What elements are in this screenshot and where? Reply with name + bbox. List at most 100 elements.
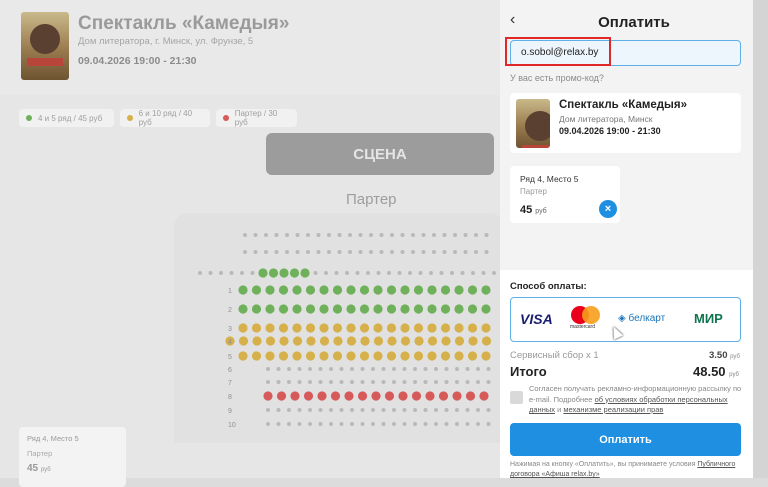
seat: [360, 422, 365, 426]
seat: [476, 380, 480, 384]
seat: [465, 408, 470, 412]
seat: [358, 233, 363, 237]
seat: [455, 367, 459, 371]
seat: [238, 285, 248, 295]
seat: [324, 271, 328, 275]
panel-title: Оплатить: [598, 14, 670, 31]
seat: [295, 233, 300, 237]
email-field[interactable]: o.sobol@relax.by: [510, 40, 741, 66]
seat: [274, 250, 279, 254]
seat: [359, 323, 370, 333]
seat: [348, 250, 352, 254]
seat: [453, 233, 457, 237]
seat: [276, 408, 281, 412]
seat: [359, 285, 370, 295]
seat: [432, 250, 436, 254]
seat: [285, 233, 289, 237]
seat: [413, 304, 424, 314]
seat: [337, 250, 342, 254]
seat: [265, 336, 276, 346]
seat: [317, 391, 327, 401]
seat: [371, 380, 375, 384]
seat: [295, 250, 300, 254]
seat: [423, 422, 428, 426]
seat: [360, 408, 365, 412]
seat: [492, 271, 496, 275]
terms-text: Нажимая на кнопку «Оплатить», вы принима…: [510, 461, 736, 478]
promo-code-link[interactable]: У вас есть промо-код?: [510, 73, 604, 83]
seat: [285, 250, 289, 254]
seat: [346, 304, 356, 314]
mastercard-icon[interactable]: mastercard: [570, 306, 603, 332]
mir-icon[interactable]: МИР: [694, 311, 723, 326]
seat: [373, 351, 383, 361]
seat: [465, 380, 470, 384]
seat: [474, 250, 478, 254]
seat: [455, 422, 459, 426]
seat: [305, 285, 316, 295]
row-number: 5: [228, 354, 232, 361]
seat: [481, 271, 486, 275]
ticket-section: Партер: [520, 187, 547, 196]
seat: [238, 351, 248, 361]
seat: [333, 336, 343, 346]
seat: [268, 268, 279, 278]
seat: [279, 336, 289, 346]
selected-seat-card: Ряд 4, Место 5 Партер 45 руб: [19, 427, 126, 487]
seat: [392, 408, 396, 412]
seat: [369, 250, 373, 254]
belkart-icon[interactable]: ◈ белкарт: [618, 313, 665, 324]
seat: [251, 351, 262, 361]
seat: [350, 380, 354, 384]
row-number: 10: [228, 422, 236, 429]
seat: [481, 336, 492, 346]
seat: [278, 285, 289, 295]
seat: [334, 271, 339, 275]
seat: [339, 380, 344, 384]
seat: [371, 367, 375, 371]
service-fee-label: Сервисный сбор x 1: [510, 350, 599, 361]
seat: [287, 380, 291, 384]
seat: [329, 408, 333, 412]
seat: [434, 380, 438, 384]
seat: [355, 271, 360, 275]
seat-map[interactable]: 1 2 3 4 5 6 7 8 9 10: [0, 0, 500, 478]
seat: [373, 304, 383, 314]
seat: [402, 408, 407, 412]
seat: [411, 250, 415, 254]
rights-link[interactable]: механизме реализации прав: [563, 405, 663, 414]
seat: [398, 391, 408, 401]
consent-checkbox[interactable]: [510, 391, 523, 404]
seat: [465, 422, 470, 426]
seat: [427, 285, 437, 295]
seat: [346, 323, 356, 333]
seat: [390, 233, 394, 237]
seat: [381, 367, 386, 371]
seat: [455, 380, 459, 384]
seat: [400, 323, 410, 333]
seat: [265, 304, 275, 314]
seat: [421, 250, 426, 254]
seat: [386, 351, 397, 361]
seat: [429, 271, 433, 275]
seat: [292, 351, 302, 361]
seat: [392, 367, 396, 371]
seat: [381, 422, 386, 426]
remove-ticket-icon[interactable]: ×: [599, 200, 617, 218]
seat: [476, 408, 480, 412]
pay-button[interactable]: Оплатить: [510, 423, 741, 456]
visa-icon[interactable]: VISA: [520, 311, 553, 327]
row-number: 3: [228, 326, 232, 333]
seat: [486, 408, 491, 412]
seat: [381, 408, 386, 412]
seat: [251, 285, 262, 295]
seat: [357, 391, 368, 401]
seat: [402, 380, 407, 384]
seat: [454, 351, 464, 361]
seat: [264, 233, 268, 237]
seat: [266, 380, 270, 384]
row-number: 6: [228, 367, 232, 374]
seat: [440, 351, 451, 361]
seat: [360, 380, 365, 384]
scrollbar[interactable]: [753, 0, 768, 478]
